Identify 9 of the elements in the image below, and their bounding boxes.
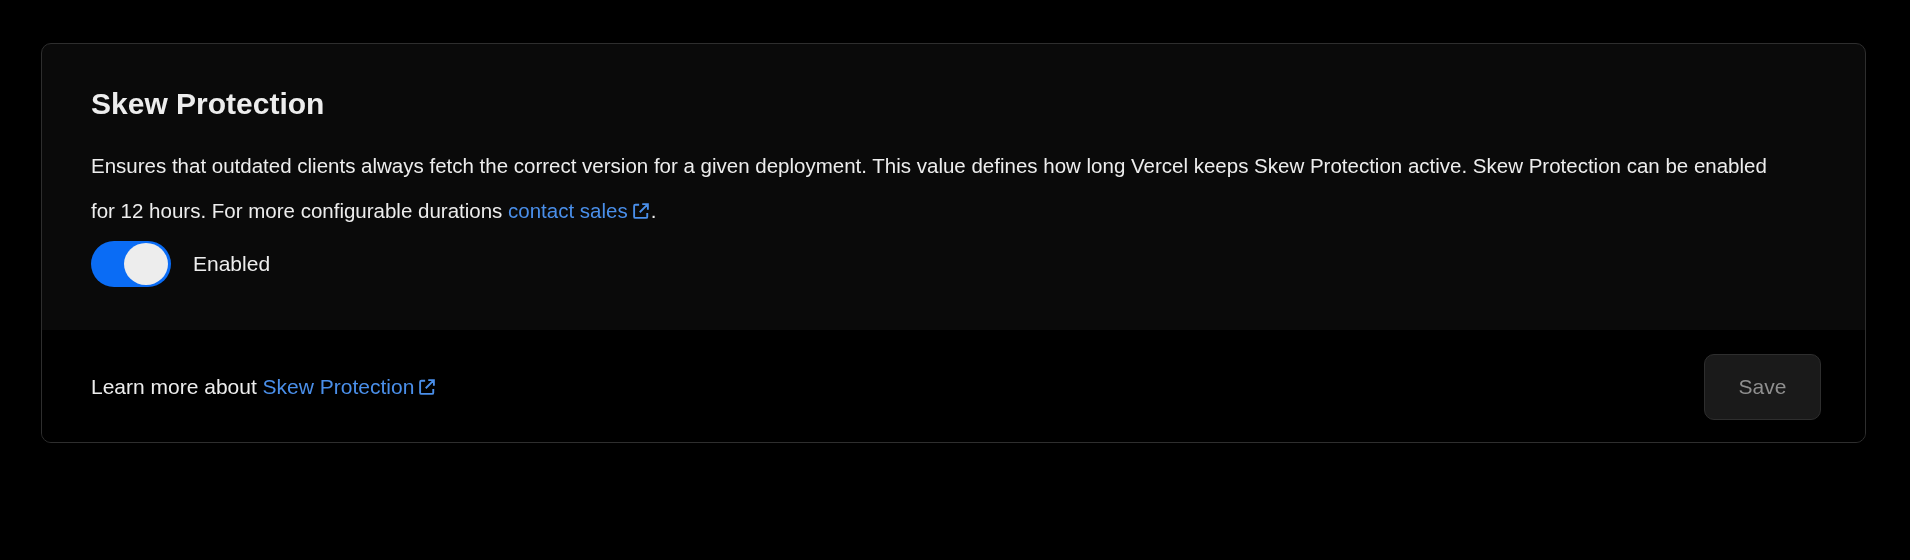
external-link-icon <box>630 201 651 221</box>
card-title: Skew Protection <box>91 86 326 122</box>
contact-sales-link[interactable]: contact sales <box>508 199 651 222</box>
toggle-switch[interactable] <box>91 241 171 287</box>
toggle-label: Enabled <box>193 252 271 276</box>
external-link-icon <box>417 377 438 397</box>
skew-protection-link[interactable]: Skew Protection <box>262 375 438 398</box>
description-text: Ensures that outdated clients always fetch the correct version for a given deployment. This value defines how long Vercel keeps Skew Protection active. Skew Protection can be enabled for 12 hours. For more configurable durations contact sales . <box>91 153 1768 224</box>
learn-more-text: Learn more about Skew Protection <box>91 375 438 399</box>
